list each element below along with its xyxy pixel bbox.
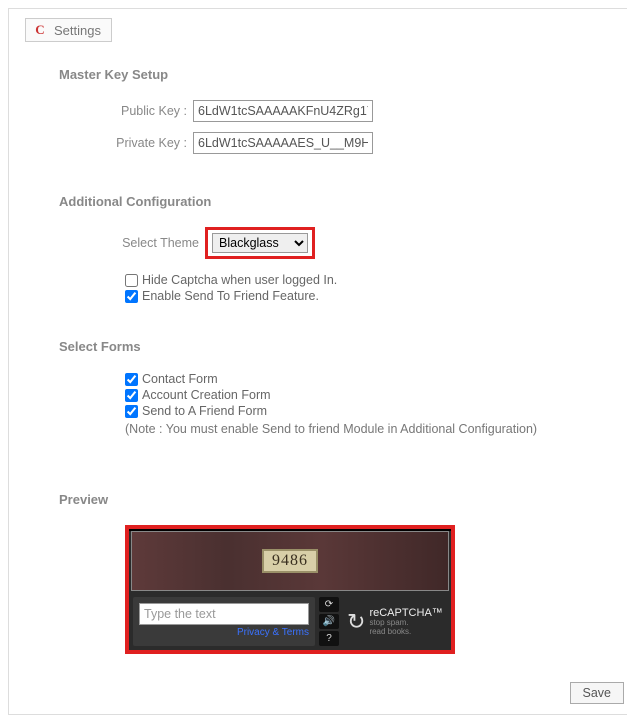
captcha-text-input[interactable] — [139, 603, 309, 625]
friend-form-label: Send to A Friend Form — [142, 404, 267, 418]
audio-icon[interactable]: 🔊 — [319, 614, 339, 629]
contact-form-label: Contact Form — [142, 372, 218, 386]
hide-captcha-checkbox[interactable] — [125, 274, 138, 287]
public-key-input[interactable] — [193, 100, 373, 122]
settings-tab-label: Settings — [54, 23, 101, 38]
public-key-label: Public Key : — [67, 104, 187, 118]
private-key-input[interactable] — [193, 132, 373, 154]
hide-captcha-label: Hide Captcha when user logged In. — [142, 273, 337, 287]
master-key-title: Master Key Setup — [59, 67, 604, 82]
settings-tab-icon: C — [32, 22, 48, 38]
account-form-checkbox[interactable] — [125, 389, 138, 402]
account-form-label: Account Creation Form — [142, 388, 271, 402]
captcha-challenge-text: 9486 — [262, 549, 318, 573]
send-friend-checkbox[interactable] — [125, 290, 138, 303]
contact-form-checkbox[interactable] — [125, 373, 138, 386]
forms-note: (Note : You must enable Send to friend M… — [125, 422, 604, 436]
captcha-privacy-link[interactable]: Privacy & Terms — [139, 627, 309, 638]
recaptcha-spinner-icon: ↻ — [347, 609, 365, 635]
settings-tab[interactable]: C Settings — [25, 18, 112, 42]
help-icon[interactable]: ? — [319, 631, 339, 646]
save-button[interactable]: Save — [570, 682, 625, 704]
select-theme-label: Select Theme — [67, 236, 199, 250]
recaptcha-logo-text: reCAPTCHA™ — [369, 607, 442, 619]
preview-title: Preview — [59, 492, 604, 507]
private-key-label: Private Key : — [67, 136, 187, 150]
recaptcha-tagline-2: read books. — [369, 628, 442, 637]
refresh-icon[interactable]: ⟳ — [319, 597, 339, 612]
select-forms-title: Select Forms — [59, 339, 604, 354]
friend-form-checkbox[interactable] — [125, 405, 138, 418]
captcha-input-area: Privacy & Terms — [133, 597, 315, 646]
send-friend-label: Enable Send To Friend Feature. — [142, 289, 319, 303]
recaptcha-widget: 9486 Privacy & Terms ⟳ 🔊 ? — [129, 531, 451, 650]
theme-highlight: Blackglass — [205, 227, 315, 259]
preview-highlight: 9486 Privacy & Terms ⟳ 🔊 ? — [125, 525, 455, 654]
settings-content: Master Key Setup Public Key : Private Ke… — [9, 41, 627, 664]
recaptcha-logo: ↻ reCAPTCHA™ stop spam. read books. — [343, 597, 447, 646]
theme-select[interactable]: Blackglass — [212, 233, 308, 253]
settings-panel: C Settings Master Key Setup Public Key :… — [8, 8, 627, 715]
captcha-image: 9486 — [131, 531, 449, 591]
additional-config-title: Additional Configuration — [59, 194, 604, 209]
